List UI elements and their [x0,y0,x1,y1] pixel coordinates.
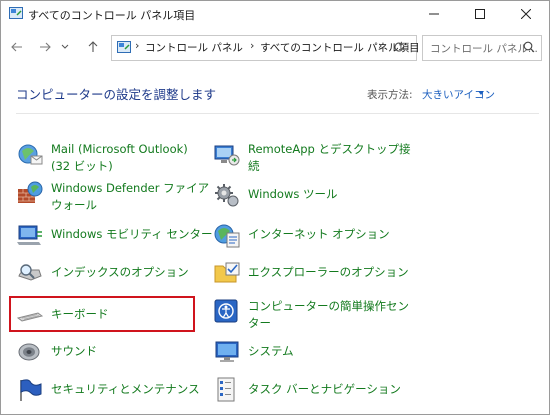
title-bar: すべてのコントロール パネル項目 [1,1,549,27]
item-security-and-maintenance[interactable]: セキュリティとメンテナンス [17,377,200,403]
close-button[interactable] [503,1,549,27]
keyboard-highlight-box [9,296,195,332]
breadcrumb-dropdown-icon[interactable]: › [378,39,382,52]
back-arrow-icon [11,42,22,52]
item-internet-options[interactable]: インターネット オプション [214,222,414,248]
divider [16,113,539,114]
item-ease-of-access[interactable]: コンピューターの簡単操作セン ター [214,298,414,332]
breadcrumb-chevron-icon: › [135,39,140,52]
item-sound[interactable]: サウンド [17,339,197,365]
control-panel-app-icon [9,7,23,19]
mail-icon [18,144,43,165]
item-label: エクスプローラーのオプション [248,265,409,279]
recent-locations-button[interactable] [58,37,72,57]
sound-icon [18,343,40,361]
item-indexing-options[interactable]: インデックスのオプション [17,260,197,286]
item-taskbar-navigation[interactable]: タスク バーとナビゲーション [214,377,414,403]
view-by-label: 表示方法: [367,89,413,101]
up-arrow-icon [88,41,98,52]
item-windows-tools[interactable]: Windows ツール [214,182,414,208]
remoteapp-icon [214,145,240,166]
search-icon [523,41,535,53]
view-by-dropdown[interactable]: 大きいアイコン [422,87,495,102]
navigation-bar: › コントロール パネル › すべてのコントロール パネル項目 › コントロール… [1,31,549,65]
system-icon [215,341,239,362]
firewall-icon [18,181,43,203]
maximize-icon [475,9,485,19]
item-system[interactable]: システム [214,339,414,365]
indexing-icon [18,264,42,281]
item-label: Windows モビリティ センター [51,227,213,241]
taskbar-icon [217,377,235,402]
item-explorer-options[interactable]: エクスプローラーのオプション [214,260,414,286]
chevron-down-icon [61,44,69,49]
item-label: Mail (Microsoft Outlook) (32 ビット) [51,142,188,173]
item-label: インターネット オプション [248,227,390,241]
forward-button[interactable] [35,37,55,57]
breadcrumb-control-panel[interactable]: コントロール パネル [145,40,243,55]
internet-options-icon [214,224,240,248]
ease-of-access-icon [214,299,238,323]
close-icon [521,9,531,19]
forward-arrow-icon [40,42,51,52]
maximize-button[interactable] [457,1,503,27]
page-title: コンピューターの設定を調整します [16,87,217,102]
minimize-button[interactable] [411,1,457,27]
control-panel-window: すべてのコントロール パネル項目 › コントロール パネル › すべてのコントロ… [0,0,550,415]
breadcrumb-chevron-icon: › [250,39,255,52]
item-label: RemoteApp とデスクトップ接続 [248,142,411,173]
item-label: Windows ツール [248,187,338,201]
item-label: インデックスのオプション [51,265,189,279]
item-windows-mobility-center[interactable]: Windows モビリティ センター [17,222,212,248]
dropdown-arrow-icon[interactable] [478,91,484,95]
search-box[interactable]: コントロール パネル... [422,35,542,61]
refresh-icon[interactable] [393,41,405,53]
item-mail[interactable]: Mail (Microsoft Outlook) (32 ビット) [17,141,197,175]
address-bar[interactable]: › コントロール パネル › すべてのコントロール パネル項目 › [111,35,420,61]
control-panel-icon [117,41,131,53]
item-remoteapp[interactable]: RemoteApp とデスクトップ接続 [214,141,414,175]
security-flag-icon [20,379,42,401]
mobility-center-icon [17,225,42,245]
item-label: タスク バーとナビゲーション [248,382,401,396]
up-button[interactable] [83,37,103,57]
item-label: サウンド [51,344,97,358]
item-windows-defender-firewall[interactable]: Windows Defender ファイア ウォール [17,180,209,214]
folder-options-icon [214,262,240,283]
window-title: すべてのコントロール パネル項目 [28,9,196,22]
item-label: セキュリティとメンテナンス [51,382,200,396]
item-label: コンピューターの簡単操作セン ター [248,299,409,330]
minimize-icon [429,13,439,15]
item-label: システム [248,344,294,358]
item-label: Windows Defender ファイア ウォール [51,181,210,212]
search-input[interactable]: コントロール パネル... [430,41,538,56]
back-button[interactable] [7,37,27,57]
windows-tools-icon [215,184,239,207]
